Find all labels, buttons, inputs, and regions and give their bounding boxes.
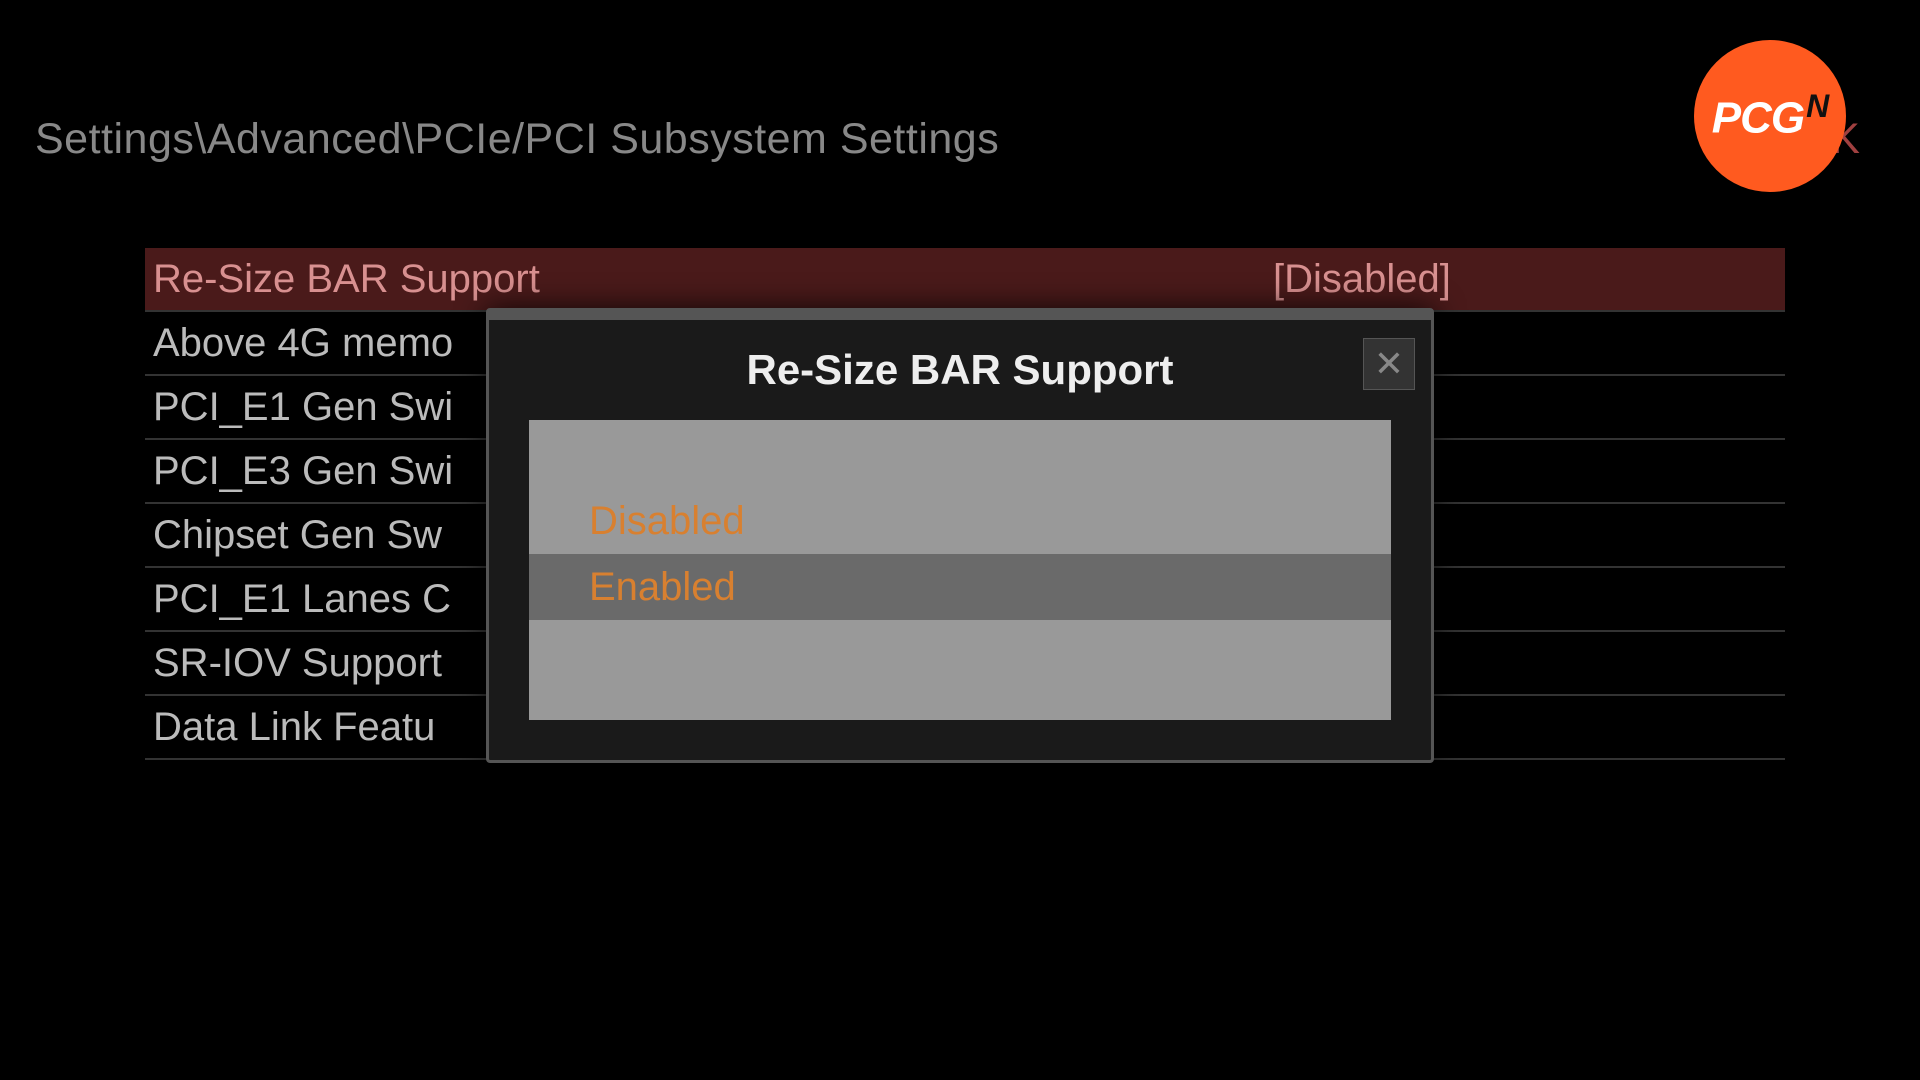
close-button[interactable]: ✕ (1363, 338, 1415, 390)
option-disabled[interactable]: Disabled (529, 488, 1391, 554)
modal-body: Disabled Enabled (529, 420, 1391, 720)
breadcrumb: Settings\Advanced\PCIe/PCI Subsystem Set… (35, 115, 999, 164)
pcgn-logo: PCGN (1694, 40, 1846, 192)
modal-header: Re-Size BAR Support ✕ (489, 320, 1431, 420)
modal-title: Re-Size BAR Support (746, 346, 1173, 394)
modal-resize-bar: Re-Size BAR Support ✕ Disabled Enabled (486, 308, 1434, 763)
setting-resize-bar[interactable]: Re-Size BAR Support [Disabled] (145, 248, 1785, 312)
close-icon: ✕ (1374, 343, 1404, 385)
setting-value: [Disabled] (1273, 257, 1785, 302)
option-enabled[interactable]: Enabled (529, 554, 1391, 620)
setting-label: Re-Size BAR Support (153, 257, 1273, 302)
logo-text: PCGN (1712, 88, 1828, 144)
